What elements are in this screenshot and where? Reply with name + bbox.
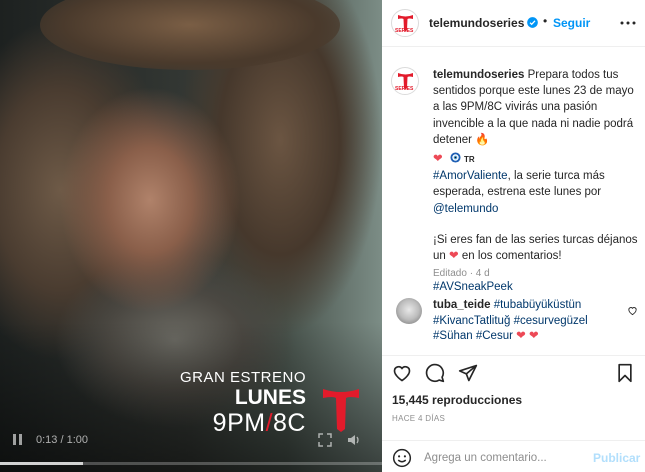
comment-avatar[interactable] [396, 298, 422, 324]
header-dot: • [543, 14, 548, 28]
pause-icon[interactable] [12, 434, 24, 446]
comment-hashtag[interactable]: #KivancTatlituğ [433, 315, 510, 327]
flag-label: TR [464, 155, 475, 165]
post-side-panel: SERIES telemundoseries • Seguir SERIES t… [382, 0, 645, 472]
header-username[interactable]: telemundoseries [429, 16, 539, 30]
avatar[interactable]: SERIES [391, 9, 419, 37]
comment-hashtag[interactable]: #tubabüyüküstün [494, 299, 582, 311]
video-frame-detail [40, 0, 340, 70]
comment-like-icon[interactable] [627, 305, 638, 316]
comment-hashtag[interactable]: #cesurvegüzel [514, 315, 588, 327]
verified-icon [527, 17, 539, 28]
post-caption: telemundoseries Prepara todos tus sentid… [433, 67, 639, 295]
video-controls: 0:13 / 1:00 [0, 430, 382, 450]
comment-icon[interactable] [425, 363, 445, 383]
caption-avatar[interactable]: SERIES [391, 67, 419, 95]
post-age[interactable]: HACE 4 DÍAS [392, 414, 445, 423]
fire-icon: 🔥 [475, 133, 490, 146]
promo-line1: GRAN ESTRENO [179, 369, 306, 386]
save-bookmark-icon[interactable] [615, 363, 635, 383]
caption-text-3b: en los comentarios! [461, 250, 562, 263]
promo-line2: LUNES [234, 386, 306, 409]
hashtag-avsneakpeek[interactable]: #AVSneakPeek [433, 281, 513, 293]
action-bar [382, 355, 645, 385]
video-time: 0:13 / 1:00 [36, 434, 88, 446]
caption-username[interactable]: telemundoseries [433, 69, 524, 81]
header-username-text[interactable]: telemundoseries [429, 16, 524, 30]
more-options-icon[interactable] [620, 16, 636, 30]
avatar-text: SERIES [395, 28, 414, 34]
comment-input[interactable] [424, 449, 584, 467]
heart-emoji-icon: ❤ [433, 153, 443, 166]
heart-emoji-icon: ❤ [449, 250, 459, 263]
view-count[interactable]: 15,445 reproducciones [392, 393, 522, 407]
post-header: SERIES telemundoseries • Seguir [382, 0, 645, 47]
share-icon[interactable] [458, 363, 478, 383]
mention-telemundo[interactable]: @telemundo [433, 203, 498, 215]
video-player[interactable]: GRAN ESTRENO LUNES 9PM/8C 0:13 / 1:00 [0, 0, 382, 472]
comment-username[interactable]: tuba_teide [433, 299, 491, 311]
video-progress-bar[interactable] [0, 462, 382, 465]
emoji-icon[interactable] [392, 448, 412, 468]
edited-timestamp: Editado · 4 d [433, 268, 490, 279]
comment-hashtag[interactable]: #Sühan [433, 330, 473, 342]
fullscreen-icon[interactable] [318, 433, 332, 447]
hashtag-amorvaliente[interactable]: #AmorValiente [433, 170, 508, 182]
comment: tuba_teide #tubabüyüküstün #KivancTatlit… [433, 298, 623, 345]
video-progress-fill [0, 462, 83, 465]
comment-hashtag[interactable]: #Cesur [476, 330, 513, 342]
add-comment-bar: Publicar [382, 440, 645, 472]
comment-hearts: ❤ ❤ [516, 330, 539, 342]
follow-button[interactable]: Seguir [553, 16, 590, 30]
post-comment-button[interactable]: Publicar [593, 451, 640, 465]
evil-eye-icon [450, 152, 461, 163]
telemundo-logo-icon [323, 389, 359, 432]
volume-icon[interactable] [347, 433, 361, 447]
comments-section[interactable]: SERIES telemundoseries Prepara todos tus… [382, 47, 645, 355]
like-heart-icon[interactable] [392, 363, 412, 383]
avatar-text: SERIES [395, 86, 414, 92]
